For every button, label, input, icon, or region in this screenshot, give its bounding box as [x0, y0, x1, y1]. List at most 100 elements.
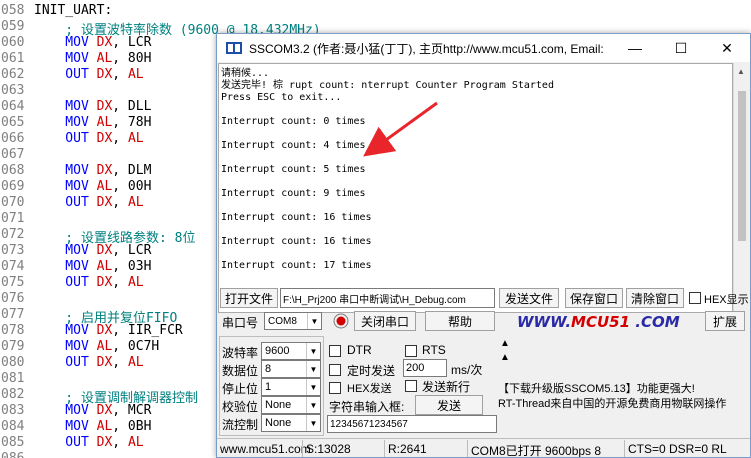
title-bar[interactable]: SSCOM3.2 (作者:聂小猛(丁丁), 主页http://www.mcu51… [217, 34, 750, 62]
port-select[interactable]: COM8 ▼ [264, 312, 322, 330]
receive-area[interactable]: 请稍候... 发送完毕! 棕 rupt count: nterrupt Count… [218, 63, 733, 313]
close-button[interactable]: ✕ [704, 34, 750, 62]
line-number: 068 [1, 163, 25, 178]
code-token: OUT [34, 435, 97, 450]
scroll-thumb[interactable] [738, 91, 746, 241]
flow-value: None [265, 417, 292, 429]
hex-display-checkbox[interactable] [689, 292, 701, 304]
help-button[interactable]: 帮助 [425, 311, 495, 331]
line-number: 076 [1, 291, 25, 306]
send-input[interactable]: 12345671234567 [327, 415, 497, 433]
line-number: 073 [1, 243, 25, 258]
code-line[interactable]: MOV DX, DLL [34, 99, 151, 114]
code-line[interactable]: MOV DX, LCR [34, 35, 151, 50]
code-line[interactable]: MOV AL, 03H [34, 259, 151, 274]
stopbits-label: 停止位 [222, 382, 259, 396]
code-token: DX [96, 35, 113, 50]
code-line[interactable]: OUT DX, AL [34, 67, 144, 82]
receive-line: Interrupt count: 17 times [221, 260, 372, 271]
rts-checkbox[interactable] [405, 345, 417, 357]
brand-logo: WWW.MCU51 .COM [517, 313, 680, 331]
status-divider [624, 440, 625, 457]
receive-line: Interrupt count: 9 times [221, 188, 366, 199]
code-token: AL [127, 435, 144, 450]
status-lines: CTS=0 DSR=0 RL [628, 442, 727, 456]
hex-send-checkbox[interactable] [329, 382, 341, 394]
code-line[interactable]: OUT DX, AL [34, 275, 143, 290]
interval-input[interactable]: 200 [403, 359, 447, 377]
line-number: 082 [1, 387, 25, 402]
code-token: MOV [34, 419, 97, 434]
code-line[interactable]: OUT DX, AL [34, 435, 144, 450]
send-button[interactable]: 发送 [415, 395, 483, 415]
databits-value: 8 [265, 363, 272, 375]
receive-line: 请稍候... [221, 68, 270, 79]
promo-line-2[interactable]: RT-Thread来自中国的开源免费商用物联网操作 [498, 395, 726, 411]
code-line[interactable]: MOV AL, 0C7H [34, 339, 159, 354]
code-token: , DLM [112, 163, 152, 178]
dtr-checkbox[interactable] [329, 345, 341, 357]
clear-window-button[interactable]: 清除窗口 [626, 288, 684, 308]
save-window-button[interactable]: 保存窗口 [565, 288, 623, 308]
maximize-button[interactable]: ☐ [658, 34, 704, 62]
line-number: 083 [1, 403, 25, 418]
code-line[interactable]: MOV DX, DLM [34, 163, 151, 178]
code-token: DX [96, 323, 113, 338]
code-line[interactable]: INIT_UART: [34, 3, 112, 18]
code-token: AL [96, 339, 113, 354]
rts-label: RTS [422, 343, 446, 357]
stopbits-select[interactable]: 1 ▼ [261, 378, 321, 396]
send-newline-checkbox[interactable] [405, 380, 417, 392]
code-line[interactable]: MOV AL, 78H [34, 115, 151, 130]
code-line[interactable]: MOV AL, 0BH [34, 419, 151, 434]
code-line[interactable]: MOV AL, 80H [34, 51, 151, 66]
code-token: MOV [34, 115, 97, 130]
code-token: DX [96, 275, 113, 290]
receive-line [221, 152, 732, 164]
timed-send-checkbox[interactable] [329, 364, 341, 376]
parity-select[interactable]: None ▼ [261, 396, 321, 414]
code-line[interactable]: MOV DX, MCR [34, 403, 151, 418]
receive-line: Interrupt count: 16 times [221, 212, 372, 223]
line-number: 080 [1, 355, 25, 370]
line-number: 058 [1, 3, 25, 18]
line-number: 086 [0, 451, 28, 458]
baud-value: 9600 [265, 345, 290, 357]
line-number: 065 [1, 115, 25, 130]
app-icon [226, 42, 242, 54]
databits-select[interactable]: 8 ▼ [261, 360, 321, 378]
receive-scrollbar[interactable]: ▲ [733, 63, 750, 313]
send-file-button[interactable]: 发送文件 [499, 288, 559, 308]
flow-select[interactable]: None ▼ [261, 414, 321, 432]
chevron-down-icon: ▼ [306, 361, 320, 377]
code-token: MOV [34, 403, 97, 418]
code-line[interactable]: OUT DX, AL [34, 195, 143, 210]
file-path-field[interactable]: F:\H_Prj200 串口中断调试\H_Debug.com [280, 288, 495, 308]
code-token: AL [127, 67, 144, 82]
receive-line: Interrupt count: 4 times [221, 140, 366, 151]
close-port-button[interactable]: 关闭串口 [354, 311, 416, 331]
code-line[interactable]: MOV DX, LCR [34, 243, 151, 258]
line-number: 077 [1, 307, 25, 322]
code-line[interactable]: OUT DX, AL [34, 355, 143, 370]
scroll-up-icon[interactable]: ▲ [737, 67, 745, 76]
code-token: , LCR [112, 243, 152, 258]
code-token: AL [96, 51, 113, 66]
open-file-button[interactable]: 打开文件 [220, 288, 278, 308]
receive-line: Interrupt count: 5 times [221, 164, 366, 175]
code-line[interactable]: OUT DX, AL [34, 131, 143, 146]
code-token: DX [96, 67, 113, 82]
chevron-down-icon: ▼ [306, 379, 320, 395]
line-number: 075 [1, 275, 25, 290]
code-line[interactable]: MOV DX, IIR_FCR [34, 323, 182, 338]
code-line[interactable]: MOV AL, 00H [34, 179, 151, 194]
baud-select[interactable]: 9600 ▼ [261, 342, 321, 360]
line-number: 059 [1, 19, 25, 34]
expand-button[interactable]: 扩展 [705, 311, 745, 331]
code-token: , DLL [112, 99, 152, 114]
code-token: , [112, 275, 128, 290]
sscom-window[interactable]: SSCOM3.2 (作者:聂小猛(丁丁), 主页http://www.mcu51… [216, 33, 751, 458]
parity-label: 校验位 [222, 400, 259, 414]
promo-line-1[interactable]: 【下载升级版SSCOM5.13】功能更强大! [498, 380, 695, 396]
minimize-button[interactable]: — [612, 34, 658, 62]
